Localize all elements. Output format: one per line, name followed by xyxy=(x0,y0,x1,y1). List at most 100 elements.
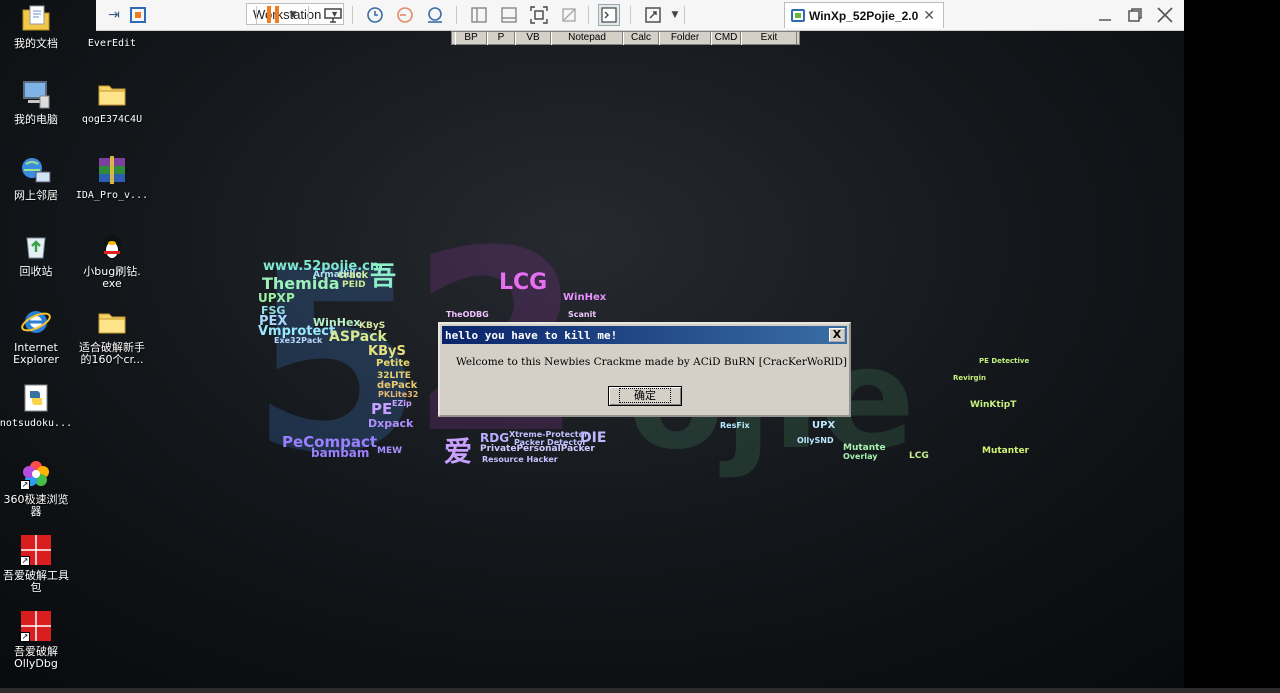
host-background xyxy=(1184,0,1280,693)
minimize-icon[interactable] xyxy=(1094,4,1116,26)
toolbar-divider xyxy=(630,6,631,24)
52pojie-toolkit-icon: ↗ xyxy=(20,534,52,566)
desktop-icon-label: Internet Explorer xyxy=(13,341,59,366)
desktop-icon-bug-exe[interactable]: 小bug刷钻. exe xyxy=(74,230,150,290)
wallpaper-word: KByS xyxy=(368,344,406,359)
wallpaper-word: 爱 xyxy=(444,435,473,468)
maximize-icon[interactable] xyxy=(1124,4,1146,26)
wallpaper-word: WinHex xyxy=(563,292,607,303)
pause-dropdown-icon[interactable]: ▼ xyxy=(286,4,300,26)
folder-icon xyxy=(96,78,128,110)
desktop-icon-label: 回收站 xyxy=(19,265,53,278)
wallpaper-word: PE Detective xyxy=(979,357,1030,365)
dialog-message: Welcome to this Newbies Crackme made by … xyxy=(456,356,848,368)
desktop-icon-label: 我的文档 xyxy=(14,37,58,50)
launcher-button-cmd[interactable]: CMD xyxy=(711,32,741,45)
host-taskbar-edge xyxy=(0,688,1280,693)
vm-icon xyxy=(791,9,805,22)
dialog-titlebar[interactable]: hello you have to kill me! X xyxy=(442,326,847,344)
wallpaper-word: bambam xyxy=(311,446,370,460)
toolbar-divider xyxy=(684,6,685,24)
desktop-icon-recycle-bin[interactable]: 回收站 xyxy=(0,230,74,278)
desktop-icon-my-documents[interactable]: 我的文档 xyxy=(0,2,74,50)
python-icon xyxy=(20,382,52,414)
ok-button[interactable]: 确定 xyxy=(608,386,682,406)
desktop-icon-label: 我的电脑 xyxy=(14,113,58,126)
wallpaper-word: PKLite32 xyxy=(378,390,419,399)
close-icon[interactable]: ✕ xyxy=(923,7,935,24)
my-computer-icon xyxy=(20,78,52,110)
desktop-icon-label: 360极速浏览 器 xyxy=(3,493,69,518)
wallpaper-word: LCG xyxy=(909,451,929,461)
dialog-title: hello you have to kill me! xyxy=(445,328,618,342)
launcher-button-notepad[interactable]: Notepad xyxy=(551,32,623,45)
desktop-icon-my-computer[interactable]: 我的电脑 xyxy=(0,78,74,126)
wallpaper-word: PrivatePersonalPacker xyxy=(480,444,595,454)
wallpaper-word: crack xyxy=(338,270,369,281)
desktop-icon-ida-archive[interactable]: IDA_Pro_v... xyxy=(74,154,150,202)
pause-icon[interactable] xyxy=(267,6,281,23)
launcher-button-exit[interactable]: Exit xyxy=(741,32,797,45)
launcher-button-vb[interactable]: VB xyxy=(515,32,551,45)
52pojie-ollydbg-icon: ↗ xyxy=(20,610,52,642)
unity-mode-icon[interactable] xyxy=(558,4,580,26)
stretch-icon[interactable] xyxy=(642,4,664,26)
launcher-button-calc[interactable]: Calc xyxy=(623,32,659,45)
shortcut-arrow-icon: ↗ xyxy=(20,480,30,490)
toolbar-divider xyxy=(588,6,589,24)
wallpaper-word: MEW xyxy=(377,446,403,456)
launcher-button-folder[interactable]: Folder xyxy=(659,32,711,45)
wallpaper-word: TheODBG xyxy=(446,310,489,319)
wallpaper-word: EZip xyxy=(392,399,412,408)
desktop-icon-label: notsudoku... xyxy=(0,418,73,429)
desktop-icon-crackme-folder[interactable]: 适合破解新手 的160个cr... xyxy=(74,306,150,366)
snapshot-manager-icon[interactable] xyxy=(424,4,446,26)
desktop-icon-internet-explorer[interactable]: Internet Explorer xyxy=(0,306,74,366)
view-sidebar-icon[interactable] xyxy=(468,4,490,26)
terminal-icon[interactable] xyxy=(598,4,620,26)
wallpaper-word: P xyxy=(286,291,295,305)
wallpaper-word: WinKtipT xyxy=(970,400,1017,410)
winrar-archive-icon xyxy=(96,154,128,186)
launcher-button-bp[interactable]: BP xyxy=(455,32,487,45)
desktop-icon-folder[interactable]: qogE374C4U xyxy=(74,78,150,126)
wallpaper-word: LCG xyxy=(499,270,548,295)
vmware-toolbar: ⇥ Workstation ▼ ▼ ▼ WinXp_52Pojie_2.0 ✕ xyxy=(96,0,1184,31)
dialog-close-button[interactable]: X xyxy=(829,328,845,342)
everedit-icon xyxy=(96,2,128,34)
wallpaper-word: UPX xyxy=(258,291,286,305)
ok-button-label: 确定 xyxy=(619,388,671,403)
close-icon[interactable] xyxy=(1154,4,1176,26)
wallpaper-word: 吾 xyxy=(370,262,397,292)
desktop-icon-52pojie-ollydbg[interactable]: ↗ 吾爱破解 OllyDbg xyxy=(0,610,74,670)
desktop-icon-network[interactable]: 网上邻居 xyxy=(0,154,74,202)
desktop-icon-label: EverEdit xyxy=(87,38,137,49)
desktop-icon-notsudoku[interactable]: notsudoku... xyxy=(0,382,74,430)
wallpaper-word: Mutanter xyxy=(982,446,1029,456)
revert-snapshot-icon[interactable] xyxy=(394,4,416,26)
desktop-icon-everedit[interactable]: EverEdit xyxy=(74,2,150,50)
wallpaper-word: ASPack xyxy=(329,329,387,345)
shortcut-arrow-icon: ↗ xyxy=(20,632,30,642)
wallpaper-word: Scanit xyxy=(568,310,597,319)
wallpaper-word: PE xyxy=(371,400,393,418)
fullscreen-icon[interactable] xyxy=(528,4,550,26)
wallpaper-word: Petite xyxy=(376,358,410,369)
desktop-icon-label: 适合破解新手 的160个cr... xyxy=(79,341,145,366)
snapshot-icon[interactable] xyxy=(364,4,386,26)
my-documents-icon xyxy=(20,2,52,34)
toolbar-divider xyxy=(256,6,257,24)
stretch-dropdown-icon[interactable]: ▼ xyxy=(668,4,682,26)
network-icon xyxy=(20,154,52,186)
desktop-icon-label: 小bug刷钻. exe xyxy=(83,265,141,290)
view-console-icon[interactable] xyxy=(498,4,520,26)
wallpaper-word: OllySND xyxy=(797,436,834,445)
desktop-icon-label: 吾爱破解工具 包 xyxy=(3,569,69,594)
launcher-button-p[interactable]: P xyxy=(487,32,515,45)
tab-vm-winxp[interactable]: WinXp_52Pojie_2.0 ✕ xyxy=(784,2,944,28)
toolbar-divider xyxy=(456,6,457,24)
send-ctrl-alt-del-icon[interactable] xyxy=(322,4,344,26)
desktop-icon-52pojie-toolkit[interactable]: ↗ 吾爱破解工具 包 xyxy=(0,534,74,594)
browser-360-icon: ↗ xyxy=(20,458,52,490)
desktop-icon-360-browser[interactable]: ↗ 360极速浏览 器 xyxy=(0,458,74,518)
